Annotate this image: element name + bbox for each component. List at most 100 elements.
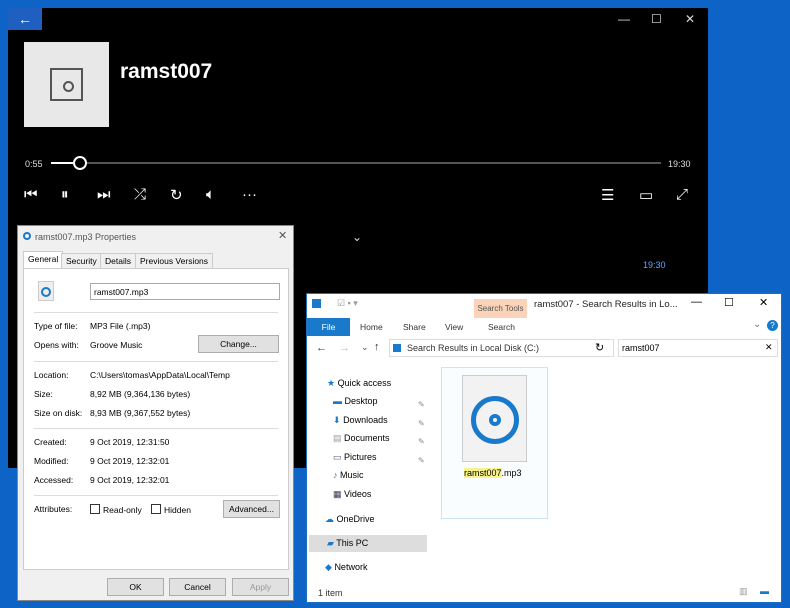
tab-security[interactable]: Security [61, 253, 102, 268]
location-label: Location: [34, 370, 69, 380]
back-arrow-icon[interactable]: ← [8, 8, 42, 30]
track-title: ramst007 [120, 60, 213, 83]
size-on-disk-value: 8,93 MB (9,367,552 bytes) [90, 408, 191, 418]
refresh-icon[interactable]: ↻ [595, 341, 604, 354]
maximize-icon[interactable]: ☐ [651, 12, 662, 26]
hidden-checkbox[interactable] [151, 504, 161, 514]
recent-icon[interactable]: ⌄ [361, 342, 369, 353]
seek-slider[interactable] [51, 156, 661, 170]
fullscreen-icon[interactable]: ⤢ [676, 186, 688, 203]
disc-icon [50, 68, 83, 101]
size-value: 8,92 MB (9,364,136 bytes) [90, 389, 191, 399]
ribbon-tab-view[interactable]: View [445, 322, 463, 332]
status-bar-count: 1 item [318, 588, 343, 598]
pin-icon: ✎ ✎ ✎ ✎ [418, 400, 425, 465]
expand-ribbon-icon[interactable]: ⌄ [753, 319, 761, 330]
pause-icon[interactable]: ⏸ [61, 186, 69, 203]
accessed-value: 9 Oct 2019, 12:32:01 [90, 475, 170, 485]
created-value: 9 Oct 2019, 12:31:50 [90, 437, 170, 447]
repeat-icon[interactable]: ↻ [170, 186, 183, 204]
attributes-label: Attributes: [34, 504, 73, 514]
window-title: ramst007 - Search Results in Lo... [534, 299, 678, 310]
file-item[interactable]: ramst007.mp3 [441, 367, 548, 519]
playlist-icon[interactable]: ☰ [601, 186, 614, 204]
ribbon-tab-home[interactable]: Home [360, 322, 383, 332]
created-label: Created: [34, 437, 67, 447]
hidden-label: Hidden [164, 505, 191, 515]
mp3-file-icon [462, 375, 527, 462]
duration-time: 19:30 [668, 159, 691, 169]
nav-videos[interactable]: ▦ Videos [333, 489, 371, 500]
close-icon[interactable]: ✕ [278, 229, 287, 242]
advanced-button[interactable]: Advanced... [223, 500, 280, 518]
back-icon[interactable]: ← [316, 342, 327, 354]
seek-handle[interactable] [72, 156, 87, 170]
type-label: Type of file: [34, 321, 78, 331]
nav-this-pc[interactable]: ▰ This PC [327, 538, 368, 549]
next-icon[interactable]: ⏭ [97, 186, 111, 203]
quick-access-toolbar-icon[interactable]: ☑ ▪ ▾ [337, 298, 358, 309]
nav-documents[interactable]: ▤ Documents [333, 433, 390, 444]
ribbon-tab-search[interactable]: Search [488, 322, 515, 332]
tab-general[interactable]: General [23, 251, 64, 268]
secondary-time: 19:30 [643, 260, 666, 270]
close-icon[interactable]: ✕ [685, 12, 695, 26]
file-explorer-window: ☑ ▪ ▾ Search Tools ramst007 - Search Res… [306, 293, 782, 603]
apply-button[interactable]: Apply [232, 578, 289, 596]
readonly-checkbox[interactable] [90, 504, 100, 514]
large-icons-view-icon[interactable]: ▬ [760, 586, 769, 596]
star-icon: ★ [327, 378, 336, 388]
modified-value: 9 Oct 2019, 12:32:01 [90, 456, 170, 466]
nav-desktop[interactable]: ▬ Desktop [333, 396, 378, 406]
previous-icon[interactable]: ⏮ [24, 186, 38, 203]
type-value: MP3 File (.mp3) [90, 321, 151, 331]
maximize-icon[interactable]: ☐ [724, 296, 734, 309]
minimize-icon[interactable]: — [618, 12, 630, 26]
opens-with-label: Opens with: [34, 340, 79, 350]
accessed-label: Accessed: [34, 475, 74, 485]
volume-icon[interactable]: 🔈︎ [206, 186, 215, 203]
music-file-icon [23, 232, 31, 240]
filename-input[interactable]: ramst007.mp3 [90, 283, 280, 300]
modified-label: Modified: [34, 456, 69, 466]
help-icon[interactable]: ? [767, 320, 778, 331]
elapsed-time: 0:55 [25, 159, 43, 169]
ribbon-tab-share[interactable]: Share [403, 322, 426, 332]
close-icon[interactable]: ✕ [759, 296, 768, 309]
nav-onedrive[interactable]: ☁ OneDrive [325, 514, 375, 525]
file-icon [38, 281, 54, 301]
mini-player-icon[interactable]: ▭ [639, 186, 653, 204]
general-panel: ramst007.mp3 Type of file: MP3 File (.mp3… [23, 268, 289, 570]
up-icon[interactable]: ↑ [374, 341, 380, 353]
clear-search-icon[interactable]: ✕ [765, 342, 773, 353]
tab-previous-versions[interactable]: Previous Versions [135, 253, 214, 268]
nav-pictures[interactable]: ▭ Pictures [333, 452, 377, 463]
chevron-down-icon[interactable]: ⌄ [352, 230, 362, 244]
readonly-label: Read-only [103, 505, 142, 515]
file-name: ramst007.mp3 [464, 468, 522, 478]
more-icon[interactable]: ··· [242, 186, 257, 203]
forward-icon[interactable]: → [339, 342, 350, 354]
cancel-button[interactable]: Cancel [169, 578, 226, 596]
nav-quick-access[interactable]: ★ Quick access [327, 378, 391, 389]
nav-network[interactable]: ◆ Network [325, 562, 367, 573]
ok-button[interactable]: OK [107, 578, 164, 596]
nav-music[interactable]: ♪ Music [333, 470, 364, 480]
size-on-disk-label: Size on disk: [34, 408, 83, 418]
details-view-icon[interactable]: ▥ [739, 586, 748, 597]
album-art [24, 42, 109, 127]
address-path: Search Results in Local Disk (C:) [407, 343, 540, 353]
tab-details[interactable]: Details [100, 253, 136, 268]
size-label: Size: [34, 389, 53, 399]
change-button[interactable]: Change... [198, 335, 279, 353]
nav-downloads[interactable]: ⬇ Downloads [333, 415, 388, 426]
search-tools-label: Search Tools [474, 299, 527, 318]
minimize-icon[interactable]: — [691, 296, 702, 308]
dialog-title: ramst007.mp3 Properties [35, 232, 137, 242]
opens-with-value: Groove Music [90, 340, 143, 350]
ribbon-tab-file[interactable]: File [307, 318, 350, 336]
explorer-icon [312, 299, 321, 308]
search-input[interactable]: ramst007 [618, 339, 778, 357]
address-bar[interactable]: Search Results in Local Disk (C:) ↻ [389, 339, 614, 357]
shuffle-icon[interactable]: ⤮ [134, 186, 146, 203]
